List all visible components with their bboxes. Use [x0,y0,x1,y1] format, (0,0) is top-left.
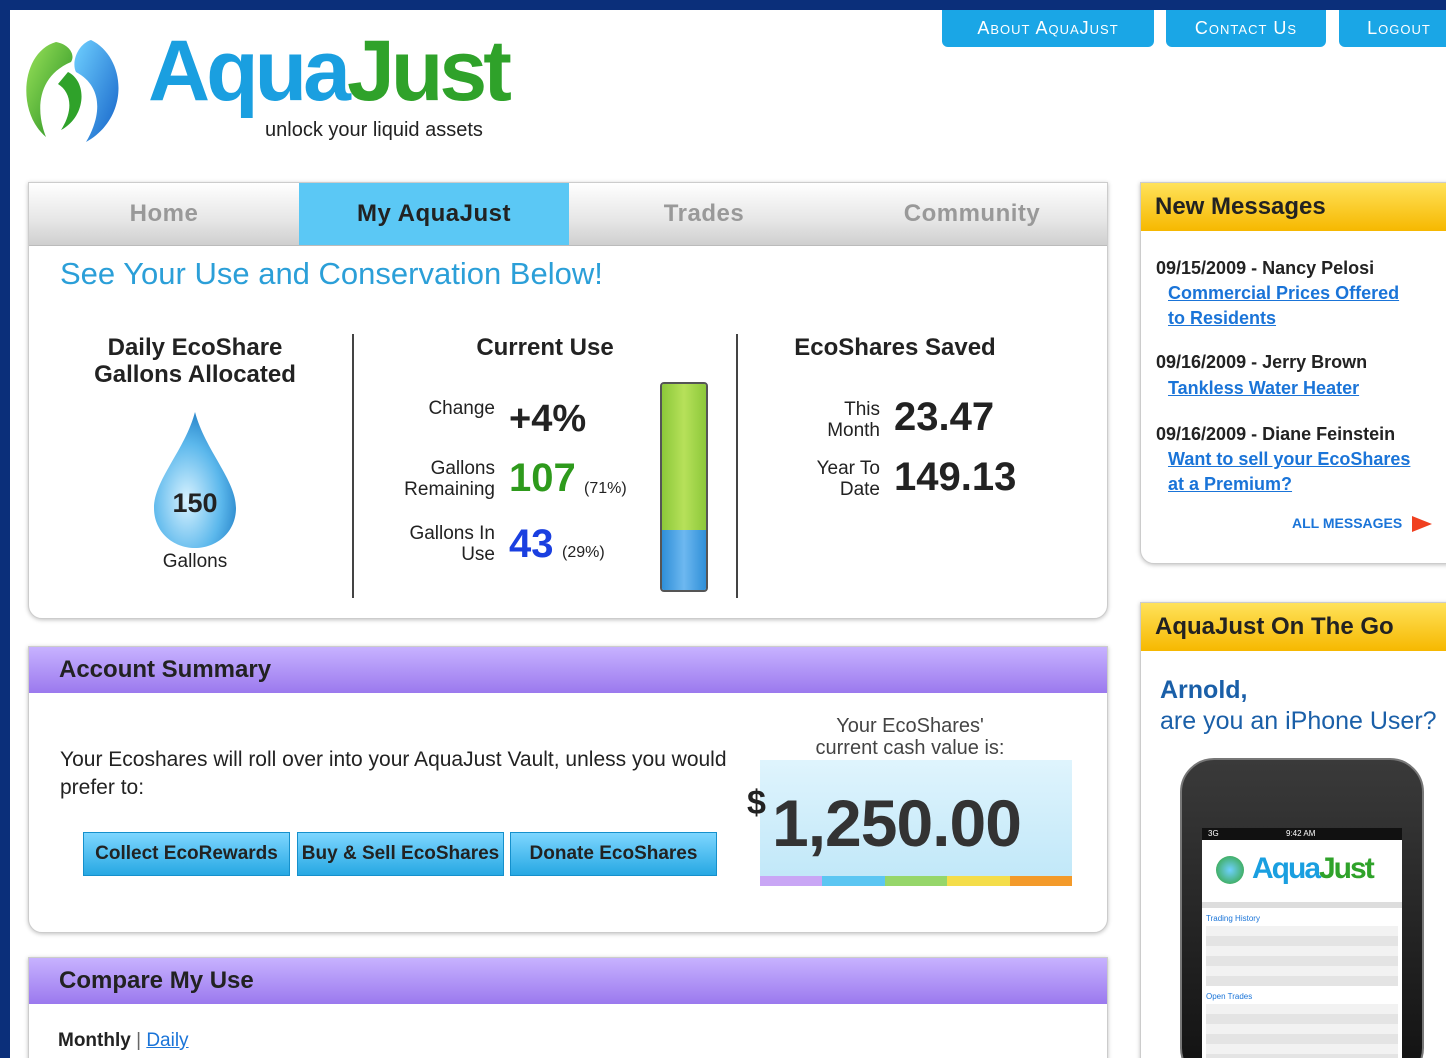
gallons-remaining-label: Gallons Remaining [404,458,495,500]
phone-logo-icon [1216,856,1244,884]
message-meta: 09/15/2009 - Nancy Pelosi [1156,258,1375,278]
donate-ecoshares-button[interactable]: Donate EcoShares [510,832,717,876]
allocated-heading: Daily EcoShare Gallons Allocated [94,334,296,388]
compare-my-use-panel: Compare My Use [28,957,1108,1058]
usage-gauge [660,382,708,592]
new-messages-panel: New Messages [1140,182,1446,564]
year-to-date-label: Year To Date [816,458,880,500]
all-messages-link[interactable]: ALL MESSAGES [1292,515,1433,533]
on-the-go-header: AquaJust On The Go [1141,603,1446,651]
water-droplet-icon [154,412,236,548]
aquajust-logo-icon [26,40,119,142]
monthly-option[interactable]: Monthly [58,1030,131,1051]
current-use-heading: Current Use [476,334,614,361]
allocated-unit: Gallons [162,551,228,572]
main-tabs: Home My AquaJust Trades Community [29,183,1107,246]
contact-us-button[interactable]: Contact Us [1166,10,1326,47]
account-summary-text: Your Ecoshares will roll over into your … [60,748,727,799]
gauge-in-use-fill [662,530,706,590]
cash-currency-symbol: $ [747,784,766,822]
compare-my-use-header: Compare My Use [29,958,1107,1004]
phone-wordmark: AquaJust [1252,852,1375,885]
iphone-question: are you an iPhone User? [1160,707,1437,735]
column-divider [736,334,738,598]
daily-link[interactable]: Daily [146,1030,188,1051]
cash-value-label: Your EcoShares' current cash value is: [815,715,1005,759]
tab-my-aquajust[interactable]: My AquaJust [299,183,569,245]
allocated-value: 150 [172,488,218,518]
this-month-label: This Month [827,399,880,441]
cash-value: 1,250.00 [772,786,1022,860]
brand-wordmark: AquaJust [148,23,512,119]
gauge-remaining-fill [662,384,706,531]
message-meta: 09/16/2009 - Jerry Brown [1156,352,1368,372]
gallons-in-use-value: 43 [509,522,554,566]
column-divider [352,334,354,598]
collect-ecorewards-button[interactable]: Collect EcoRewards [83,832,290,876]
arrow-right-icon [1412,516,1433,533]
new-messages-header: New Messages [1141,183,1446,231]
tab-community[interactable]: Community [837,183,1107,245]
user-greeting: Arnold, [1160,676,1248,704]
tab-trades[interactable]: Trades [569,183,839,245]
year-to-date-value: 149.13 [894,455,1017,499]
message-link[interactable]: Commercial Prices Offered to Residents [1168,281,1399,331]
compare-period-switch: Monthly | Daily [58,1030,189,1052]
buy-sell-ecoshares-button[interactable]: Buy & Sell EcoShares [297,832,504,876]
message-meta: 09/16/2009 - Diane Feinstein [1156,424,1396,444]
gallons-remaining-value: 107 [509,456,576,500]
account-summary-header: Account Summary [29,647,1107,693]
phone-time: 9:42 AM [1286,829,1316,838]
gallons-remaining-percent: (71%) [584,480,627,497]
iphone-image: 3G 9:42 AM AquaJust Trading History Open… [1180,758,1424,1058]
ecoshares-saved-heading: EcoShares Saved [794,334,996,361]
page: About AquaJust Contact Us Logout AquaJus… [10,10,1446,1058]
phone-section-trading: Trading History [1206,914,1260,923]
gallons-in-use-label: Gallons In Use [409,523,495,565]
iphone-screen: 3G 9:42 AM AquaJust Trading History Open… [1202,828,1402,1058]
this-month-value: 23.47 [894,395,995,439]
conservation-title: See Your Use and Conservation Below! [60,256,603,291]
period-separator: | [136,1030,142,1051]
message-link[interactable]: Want to sell your EcoShares at a Premium… [1168,447,1410,497]
about-aquajust-button[interactable]: About AquaJust [942,10,1154,47]
change-label: Change [428,398,495,419]
gallons-in-use-percent: (29%) [562,544,605,561]
tab-home[interactable]: Home [29,183,299,245]
message-link[interactable]: Tankless Water Heater [1168,376,1359,401]
phone-section-open: Open Trades [1206,992,1253,1001]
logout-button[interactable]: Logout [1339,10,1446,47]
brand-tagline: unlock your liquid assets [265,119,483,141]
phone-carrier: 3G [1208,829,1219,838]
change-value: +4% [509,398,587,440]
